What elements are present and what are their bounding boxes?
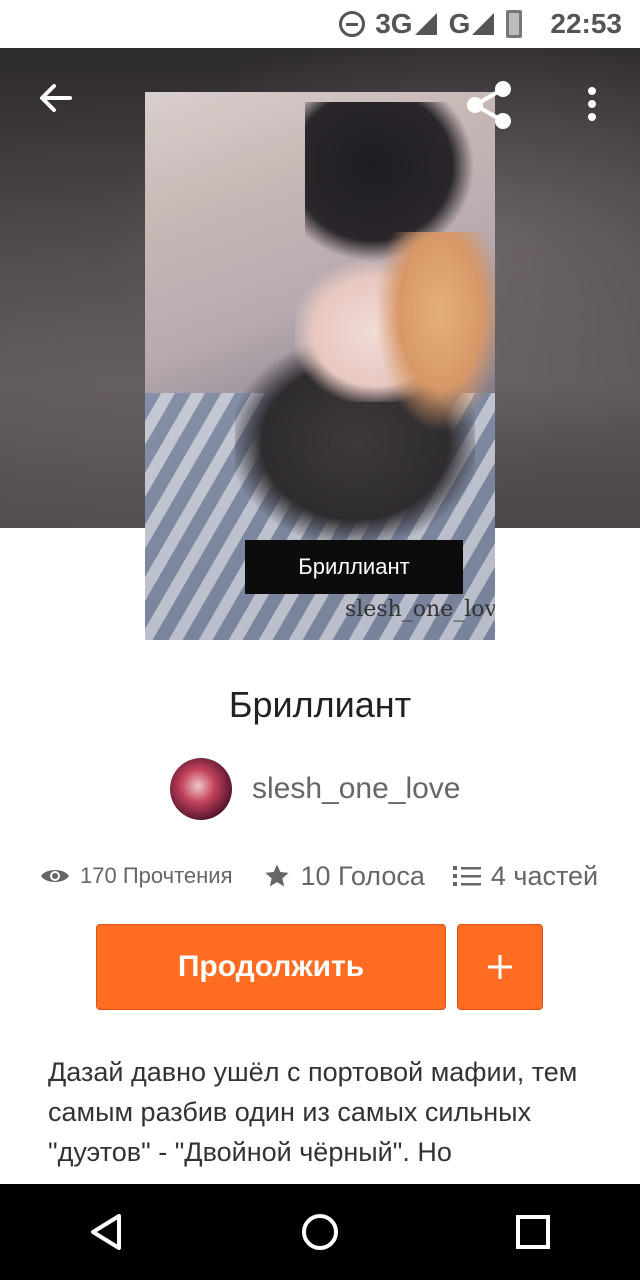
book-cover[interactable]: Бриллиант slesh_one_love [145,92,495,640]
story-title: Бриллиант [228,684,412,725]
network-g-text: G [448,8,471,39]
reads-count: 170 Прочтения [80,863,233,888]
add-to-library-button[interactable] [457,924,543,1010]
more-options-button[interactable] [574,82,610,126]
votes-count: 10 Голоса [300,860,425,891]
reads-stat: 170 Прочтения [40,863,233,889]
star-icon [264,864,289,887]
plus-icon [488,955,512,979]
circle-home-icon [301,1214,338,1250]
share-icon [467,81,511,129]
cover-title-label: Бриллиант [245,540,463,594]
network-3g-label: 3G [375,8,438,40]
network-3g-text: 3G [375,8,413,39]
avatar[interactable] [170,758,232,820]
cover-art-hair-light [375,232,495,432]
signal-icon [414,13,437,35]
author-link[interactable]: slesh_one_love [170,758,461,820]
continue-reading-label: Продолжить [177,950,365,983]
status-bar: 3G G 22:53 [0,0,640,48]
screen: 3G G 22:53 Бриллиант slesh_one_love Брил… [0,0,640,1280]
system-nav-bar [0,1184,640,1280]
do-not-disturb-icon [339,11,366,37]
triangle-back-icon [90,1214,121,1250]
story-stats: 170 Прочтения 10 Голоса 4 частей [40,856,620,896]
story-description: Дазай давно ушёл с портовой мафии, тем с… [48,1057,578,1167]
square-recents-icon [516,1215,551,1249]
arrow-left-icon [40,84,72,112]
cover-watermark: slesh_one_love [345,597,495,622]
eye-icon [41,870,69,882]
votes-stat: 10 Голоса [263,861,425,892]
battery-icon [506,10,523,38]
nav-back-button[interactable] [77,1202,137,1262]
author-name[interactable]: slesh_one_love [252,772,461,806]
more-vertical-icon [588,87,596,121]
list-icon [452,866,481,886]
signal-icon [472,13,495,35]
nav-recents-button[interactable] [503,1202,563,1262]
share-button[interactable] [462,78,516,132]
back-button[interactable] [36,78,76,118]
status-time: 22:53 [550,8,622,39]
nav-home-button[interactable] [290,1202,350,1262]
network-g-label: G [449,8,497,40]
parts-count: 4 частей [490,860,599,891]
parts-stat: 4 частей [452,860,599,892]
continue-reading-button[interactable]: Продолжить [96,924,446,1010]
